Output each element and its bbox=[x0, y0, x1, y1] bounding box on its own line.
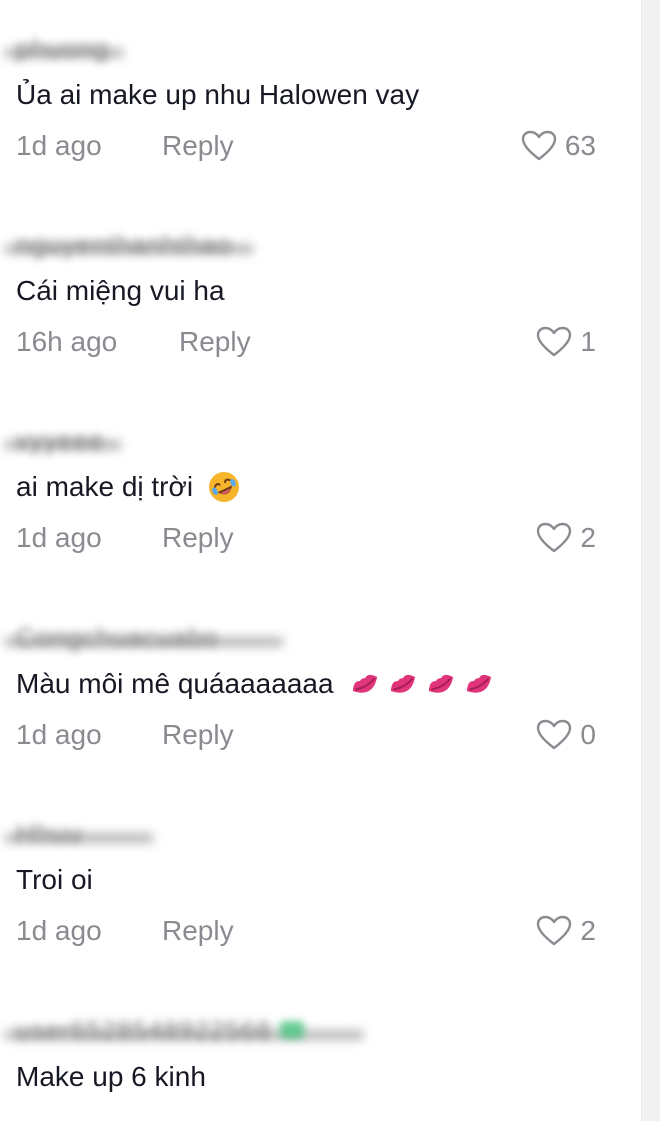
comment-text-content: Ủa ai make up nhu Halowen vay bbox=[16, 79, 420, 110]
comment-time: 1d ago bbox=[16, 719, 102, 750]
like-button[interactable]: 2 bbox=[536, 516, 596, 560]
comment-item: Congchuacuabo Màu môi mê quáaaaaaaa 1d a… bbox=[0, 617, 620, 807]
like-count: 2 bbox=[580, 915, 596, 946]
comment-text: Cái miệng vui ha bbox=[16, 270, 225, 312]
heart-outline-icon bbox=[537, 326, 572, 357]
comment-item: user6528548922568 Make up 6 kinh bbox=[0, 1010, 620, 1121]
like-count: 0 bbox=[580, 719, 596, 750]
comment-username[interactable]: Congchuacuabo bbox=[16, 617, 218, 657]
reply-button[interactable]: Reply bbox=[162, 124, 234, 168]
comment-text: Ủa ai make up nhu Halowen vay bbox=[16, 74, 419, 116]
comment-meta: 1d ago Reply 2 bbox=[16, 516, 596, 560]
comment-item: vyyeee ai make dị trời 1d ago Reply 2 bbox=[0, 420, 620, 610]
like-count: 1 bbox=[580, 326, 596, 357]
kiss-mark-emoji bbox=[466, 674, 491, 693]
kiss-mark-emoji bbox=[352, 674, 377, 693]
comment-text: Troi oi bbox=[16, 859, 93, 901]
comment-time: 1d ago bbox=[16, 522, 102, 553]
heart-outline-icon bbox=[521, 130, 557, 161]
comment-text: Make up 6 kinh bbox=[16, 1056, 206, 1098]
comment-text-content: Màu môi mê quáaaaaaaa bbox=[16, 668, 334, 699]
comment-time: 1d ago bbox=[16, 915, 102, 946]
comment-username-text: user6528548922568 bbox=[16, 1015, 272, 1045]
like-button[interactable]: 2 bbox=[536, 909, 596, 953]
comment-username[interactable]: user6528548922568 bbox=[16, 1010, 304, 1050]
comment-item: nguyenthanhthao Cái miệng vui ha 16h ago… bbox=[0, 224, 620, 414]
emoji-group bbox=[207, 470, 241, 504]
comment-item: phuong Ủa ai make up nhu Halowen vay 1d … bbox=[0, 28, 620, 218]
comment-text-content: Cái miệng vui ha bbox=[16, 275, 225, 306]
comment-time: 1d ago bbox=[16, 130, 102, 161]
like-button[interactable]: 63 bbox=[521, 124, 596, 168]
reply-button[interactable]: Reply bbox=[162, 909, 234, 953]
scrollbar-track[interactable] bbox=[641, 0, 660, 1121]
comment-meta: 1d ago Reply 2 bbox=[16, 909, 596, 953]
heart-outline-icon bbox=[537, 719, 572, 750]
comment-meta: 1d ago Reply 63 bbox=[16, 124, 596, 168]
heart-outline-icon bbox=[537, 522, 572, 553]
comment-text-content: ai make dị trời bbox=[16, 471, 194, 502]
comment-time: 16h ago bbox=[16, 326, 118, 357]
comment-username[interactable]: phuong bbox=[16, 28, 109, 68]
comment-text: Màu môi mê quáaaaaaaa bbox=[16, 663, 496, 705]
like-button[interactable]: 0 bbox=[536, 713, 596, 757]
comment-meta: 1d ago Reply 0 bbox=[16, 713, 596, 757]
comment-item: Hhuu Troi oi 1d ago Reply 2 bbox=[0, 813, 620, 1003]
reply-button[interactable]: Reply bbox=[162, 516, 234, 560]
reply-button[interactable]: Reply bbox=[179, 320, 251, 364]
rolling-on-floor-laughing-emoji bbox=[209, 472, 240, 502]
heart-outline-icon bbox=[537, 915, 572, 946]
comment-meta: 16h ago Reply 1 bbox=[16, 320, 596, 364]
emoji-group bbox=[348, 667, 496, 701]
kiss-mark-emoji bbox=[390, 674, 415, 693]
comment-username[interactable]: Hhuu bbox=[16, 813, 82, 853]
comment-text-content: Make up 6 kinh bbox=[16, 1061, 206, 1092]
comment-username[interactable]: nguyenthanhthao bbox=[16, 224, 232, 264]
verified-badge-icon bbox=[279, 1021, 304, 1039]
kiss-mark-emoji bbox=[428, 674, 453, 693]
comment-text-content: Troi oi bbox=[16, 864, 93, 895]
reply-button[interactable]: Reply bbox=[162, 713, 234, 757]
like-button[interactable]: 1 bbox=[536, 320, 596, 364]
comment-username[interactable]: vyyeee bbox=[16, 420, 104, 460]
comment-text: ai make dị trời bbox=[16, 466, 241, 508]
like-count: 63 bbox=[564, 130, 596, 161]
like-count: 2 bbox=[580, 522, 596, 553]
